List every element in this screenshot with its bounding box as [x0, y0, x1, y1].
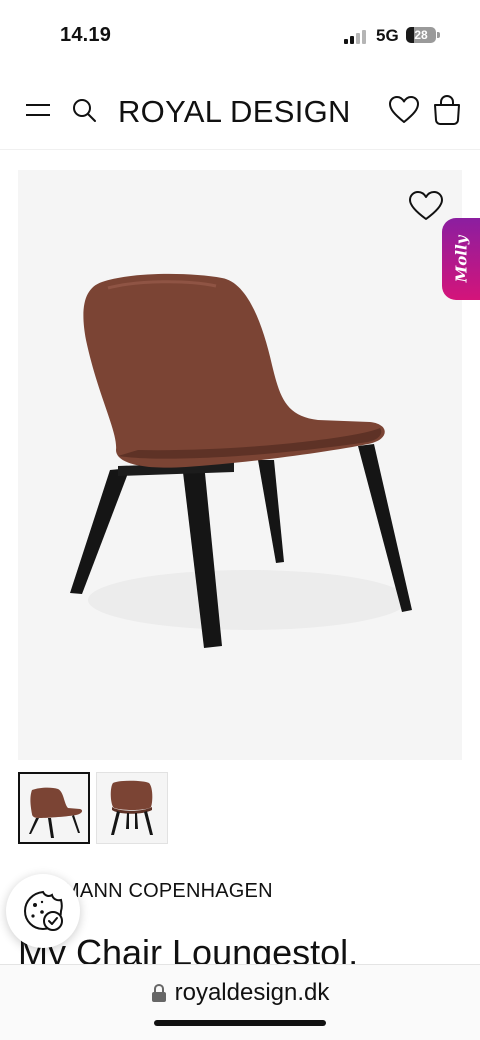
thumbnail-back[interactable]: [96, 772, 168, 844]
battery-icon: 28: [406, 27, 436, 43]
heart-icon: [409, 191, 443, 220]
thumbnail-front[interactable]: [18, 772, 90, 844]
molly-label: Molly: [452, 235, 471, 283]
search-button[interactable]: [64, 90, 104, 130]
site-header: ROYAL DESIGN: [0, 72, 480, 150]
home-indicator[interactable]: [154, 1020, 326, 1026]
network-label: 5G: [376, 26, 399, 45]
status-bar: 14.19 5G 28: [0, 0, 480, 72]
site-logo[interactable]: ROYAL DESIGN: [118, 94, 351, 130]
lock-icon: [151, 983, 166, 1002]
search-icon: [73, 99, 96, 122]
cookie-settings-button[interactable]: [6, 874, 80, 948]
signal-icon: [344, 28, 368, 44]
molly-chat-widget[interactable]: Molly: [442, 218, 480, 300]
cart-button[interactable]: [427, 90, 467, 130]
url-field[interactable]: royaldesign.dk: [0, 979, 480, 1007]
battery-percent: 28: [414, 28, 428, 42]
chair-thumbnail-image: [110, 780, 153, 835]
heart-icon: [389, 96, 419, 123]
product-image[interactable]: [18, 170, 462, 760]
battery-cap: [437, 32, 440, 38]
cookie-icon: [23, 890, 63, 931]
chair-thumbnail-image: [29, 787, 83, 838]
wishlist-button[interactable]: [384, 90, 424, 130]
menu-button[interactable]: [18, 90, 58, 130]
hamburger-menu-icon: [26, 104, 50, 116]
browser-address-bar: royaldesign.dk: [0, 964, 480, 1040]
product-wishlist-button[interactable]: [404, 186, 448, 226]
shopping-bag-icon: [434, 94, 460, 125]
url-text: royaldesign.dk: [174, 979, 330, 1006]
chair-image: [70, 273, 412, 648]
status-time: 14.19: [60, 24, 112, 46]
